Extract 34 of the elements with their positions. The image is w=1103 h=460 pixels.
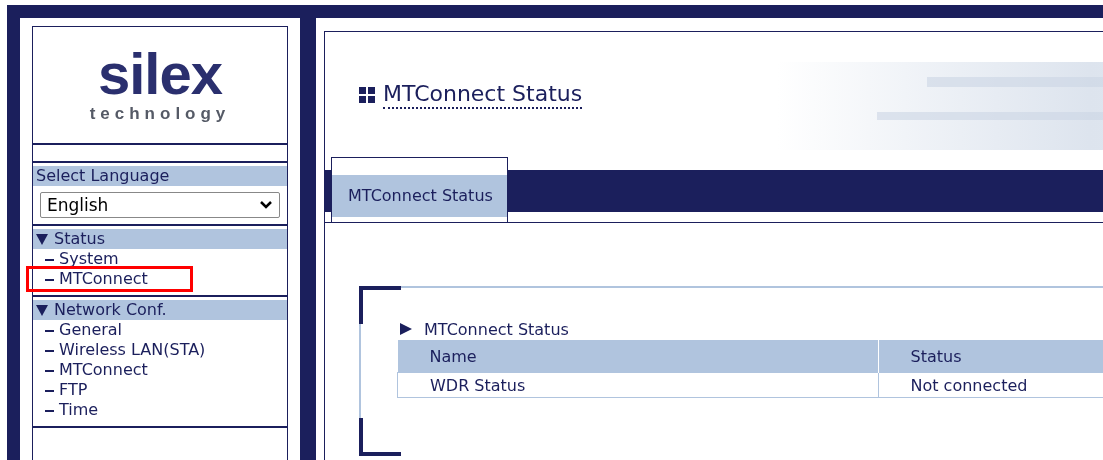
menu-header-label: Network Conf. [54, 300, 167, 320]
grid-icon [359, 86, 375, 103]
table-cell: WDR Status [397, 372, 878, 398]
arrow-icon [400, 323, 412, 335]
column-header: Status [878, 340, 1103, 373]
logo-name: silex [98, 46, 222, 102]
corner-bracket [359, 286, 401, 324]
language-select[interactable]: English [40, 192, 280, 218]
tab[interactable]: MTConnect Status [331, 157, 508, 222]
column-header: Name [397, 340, 878, 373]
corner-bracket [359, 418, 401, 456]
dash-icon [45, 329, 54, 332]
menu-link[interactable]: General [33, 320, 127, 340]
menu-link[interactable]: Wireless LAN(STA) [33, 340, 210, 360]
dash-icon [45, 389, 54, 392]
menu-link[interactable]: MTConnect [29, 269, 190, 289]
dash-icon [45, 349, 54, 352]
dash-icon [45, 278, 54, 281]
menu-link[interactable]: MTConnect [33, 360, 152, 380]
dash-icon [45, 258, 54, 261]
section-title: MTConnect Status [424, 319, 569, 339]
language-label: Select Language [33, 166, 287, 186]
logo-tagline: technology [89, 104, 231, 124]
table-cell: Not connected [878, 372, 1103, 398]
menu-link[interactable]: FTP [33, 380, 92, 400]
menu-link[interactable]: Time [33, 400, 103, 420]
menu-header-label: Status [54, 229, 105, 249]
menu-header[interactable]: Status [33, 229, 287, 249]
dash-icon [45, 409, 54, 412]
chevron-icon [259, 200, 273, 210]
menu-link[interactable]: System [33, 249, 123, 269]
dash-icon [45, 369, 54, 372]
page-title: MTConnect Status [383, 80, 583, 109]
menu-header[interactable]: Network Conf. [33, 300, 287, 320]
